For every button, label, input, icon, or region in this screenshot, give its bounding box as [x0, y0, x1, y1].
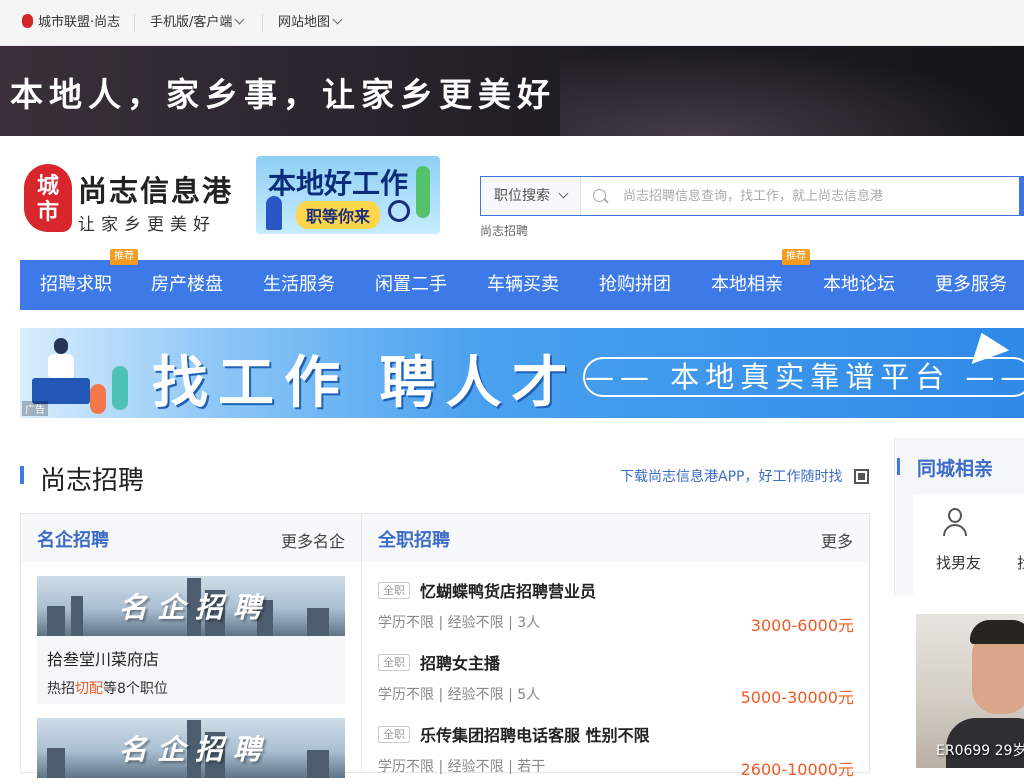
divider — [134, 14, 135, 32]
section-accent-bar — [897, 458, 900, 475]
main-nav: 招聘求职 推荐 房产楼盘 生活服务 闲置二手 车辆买卖 抢购拼团 本地相亲 推荐… — [20, 249, 1024, 310]
user-icon[interactable] — [943, 508, 967, 536]
nav-item-property[interactable]: 房产楼盘 — [151, 260, 223, 310]
site-tagline: 让家乡更美好 — [78, 215, 216, 235]
job-title[interactable]: 忆蝴蝶鸭货店招聘营业员 — [420, 578, 596, 602]
job-listing[interactable]: 全职 忆蝴蝶鸭货店招聘营业员 学历不限 | 经验不限 | 3人 3000-600… — [378, 578, 854, 640]
plant-illustration — [416, 166, 430, 218]
company-banner-image: 名企招聘 — [37, 576, 345, 636]
recommend-badge: 推荐 — [110, 249, 138, 265]
plant-illustration — [90, 384, 106, 414]
company-name: 拾叁堂川菜府店 — [47, 650, 160, 669]
job-title[interactable]: 招聘女主播 — [420, 650, 500, 674]
nav-item-more[interactable]: 更多服务 — [935, 260, 1007, 310]
nav-item-dating[interactable]: 本地相亲 — [711, 260, 783, 310]
more-famous-link[interactable]: 更多名企 — [281, 528, 345, 552]
section-title: 尚志招聘 — [40, 466, 145, 496]
job-promo-image[interactable]: 本地好工作 职等你来 — [256, 156, 440, 234]
section-accent-bar — [20, 466, 24, 484]
fulltime-badge: 全职 — [378, 654, 410, 671]
nav-item-second-hand[interactable]: 闲置二手 — [375, 260, 447, 310]
search-icon — [593, 189, 606, 202]
search-bar: 职位搜索 — [480, 176, 1024, 216]
chevron-down-icon — [558, 188, 569, 199]
panel-title[interactable]: 名企招聘 — [37, 526, 109, 552]
job-meta: 学历不限 | 经验不限 | 若干 — [378, 759, 546, 775]
profile-caption: ER0699 29岁 — [936, 743, 1024, 759]
search-category-select[interactable]: 职位搜索 — [481, 177, 581, 215]
famous-companies-panel: 名企招聘 更多名企 名企招聘 拾叁堂川菜府店 热招切配等8个职位 名企招聘 — [20, 513, 362, 778]
sitemap-menu[interactable]: 网站地图 — [278, 0, 343, 46]
panel-header: 全职招聘 更多 — [362, 514, 869, 562]
search-hot-link[interactable]: 尚志招聘 — [480, 222, 528, 239]
fulltime-jobs-panel: 全职招聘 更多 全职 忆蝴蝶鸭货店招聘营业员 学历不限 | 经验不限 | 3人 … — [361, 513, 870, 779]
top-bar: 城市联盟·尚志 手机版/客户端 网站地图 — [0, 0, 1024, 46]
company-card[interactable]: 名企招聘 — [37, 718, 345, 778]
more-jobs-link[interactable]: 更多 — [821, 528, 853, 552]
nav-item-life-services[interactable]: 生活服务 — [263, 260, 335, 310]
job-meta: 学历不限 | 经验不限 | 5人 — [378, 687, 541, 703]
job-salary: 2600-10000元 — [740, 760, 854, 779]
company-card[interactable]: 名企招聘 拾叁堂川菜府店 热招切配等8个职位 — [37, 576, 345, 704]
job-title[interactable]: 乐传集团招聘电话客服 性别不限 — [420, 722, 650, 746]
job-salary: 5000-30000元 — [740, 688, 854, 707]
dating-title[interactable]: 同城相亲 — [917, 454, 993, 481]
company-banner-image: 名企招聘 — [37, 718, 345, 778]
nav-item-jobs[interactable]: 招聘求职 — [40, 260, 112, 310]
fulltime-badge: 全职 — [378, 582, 410, 599]
chevron-down-icon — [332, 14, 343, 25]
person-at-laptop-illustration — [32, 334, 92, 406]
location-pin-icon — [22, 14, 33, 28]
find-boyfriend-link[interactable]: 找男友 — [936, 552, 981, 573]
profile-photo[interactable]: ER0699 29岁 — [916, 614, 1024, 768]
panel-title[interactable]: 全职招聘 — [378, 526, 450, 552]
nav-item-group-buy[interactable]: 抢购拼团 — [599, 260, 671, 310]
dating-panel: 同城相亲 找男友 找 — [894, 438, 1024, 596]
site-name: 尚志信息港 — [78, 174, 234, 208]
ad-tagline: —— 本地真实靠谱平台 —— — [583, 357, 1024, 397]
magnifier-icon — [388, 200, 410, 222]
city-union-link[interactable]: 城市联盟·尚志 — [22, 0, 120, 46]
job-meta: 学历不限 | 经验不限 | 3人 — [378, 615, 541, 631]
job-salary: 3000-6000元 — [750, 616, 854, 635]
ad-headline: 找工作 聘人才 — [152, 350, 578, 416]
hot-jobs-text: 热招切配等8个职位 — [47, 681, 168, 697]
hero-banner: 本地人，家乡事，让家乡更美好 — [0, 46, 1024, 136]
chevron-down-icon — [234, 14, 245, 25]
mobile-client-menu[interactable]: 手机版/客户端 — [150, 0, 245, 46]
search-button[interactable] — [1019, 176, 1024, 216]
recommend-badge: 推荐 — [782, 249, 810, 265]
plant-illustration — [112, 366, 128, 410]
qr-code-icon[interactable] — [854, 469, 869, 484]
fulltime-badge: 全职 — [378, 726, 410, 743]
find-girlfriend-link[interactable]: 找 — [1017, 552, 1024, 573]
ad-label: 广告 — [22, 401, 48, 416]
search-input[interactable] — [623, 183, 1003, 209]
nav-item-vehicles[interactable]: 车辆买卖 — [487, 260, 559, 310]
nav-item-forum[interactable]: 本地论坛 — [823, 260, 895, 310]
job-listing[interactable]: 全职 招聘女主播 学历不限 | 经验不限 | 5人 5000-30000元 — [378, 650, 854, 712]
site-logo[interactable]: 城 市 — [24, 164, 72, 232]
divider — [262, 14, 263, 32]
ad-banner[interactable]: 找工作 聘人才 —— 本地真实靠谱平台 —— 广告 — [20, 328, 1024, 418]
banner-slogan: 本地人，家乡事，让家乡更美好 — [10, 75, 556, 114]
job-listing[interactable]: 全职 乐传集团招聘电话客服 性别不限 学历不限 | 经验不限 | 若干 2600… — [378, 722, 854, 784]
app-download-link[interactable]: 下载尚志信息港APP，好工作随时找 — [620, 466, 842, 486]
panel-header: 名企招聘 更多名企 — [21, 514, 361, 562]
